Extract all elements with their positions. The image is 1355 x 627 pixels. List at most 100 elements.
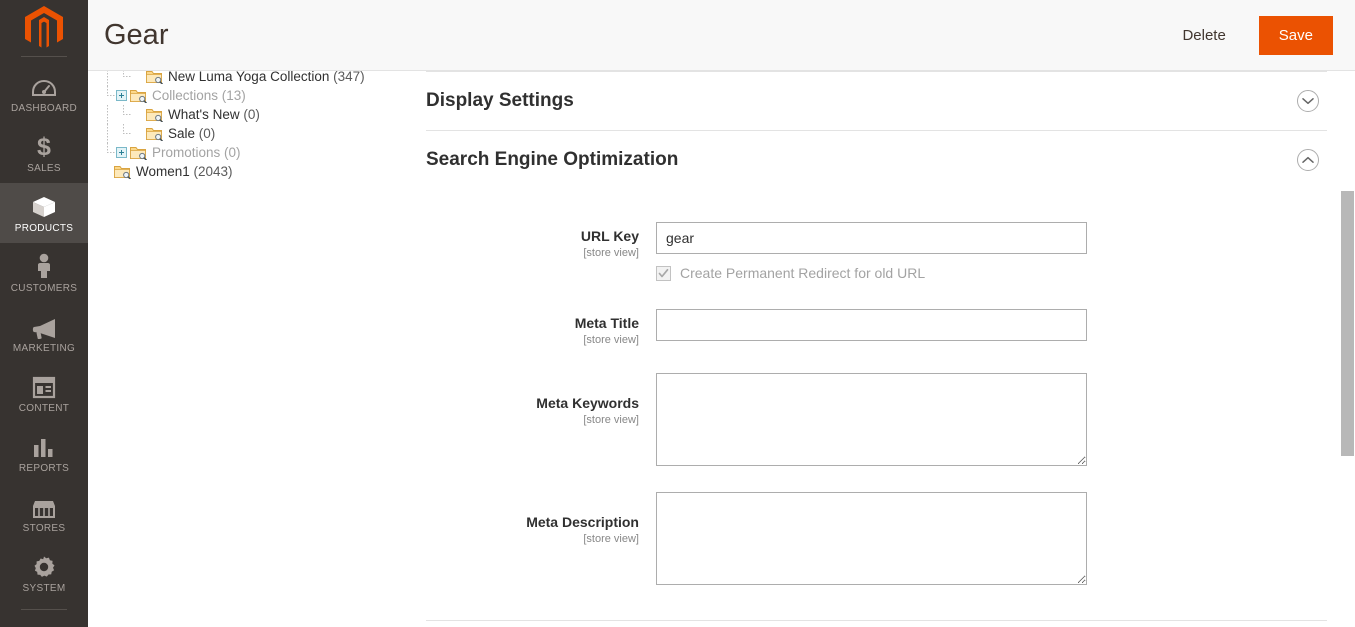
tree-node-label: Collections (13) [152, 88, 246, 103]
sidebar-divider-top [21, 56, 67, 57]
category-tree-panel: New Luma Yoga Collection (347) Collectio… [88, 71, 413, 627]
sidebar-item-customers[interactable]: CUSTOMERS [0, 243, 88, 303]
folder-search-icon [146, 107, 164, 122]
tree-guide [116, 124, 132, 143]
field-label: Meta Title [store view] [426, 309, 656, 347]
field-control [656, 372, 1327, 466]
save-button[interactable]: Save [1258, 15, 1333, 55]
main-sidebar: DASHBOARD $ SALES PRODUCTS CUSTOMERS MAR… [0, 0, 88, 627]
chevron-down-icon[interactable] [1297, 90, 1319, 112]
tree-node-count: (0) [243, 107, 260, 122]
field-label-text: Meta Keywords [536, 394, 639, 411]
field-control [656, 491, 1327, 585]
section-title: Search Engine Optimization [426, 149, 679, 170]
tree-node[interactable]: New Luma Yoga Collection (347) [100, 71, 413, 86]
sidebar-divider-bottom [21, 609, 67, 610]
sidebar-item-label: PRODUCTS [14, 223, 74, 234]
redirect-checkbox-row[interactable]: Create Permanent Redirect for old URL [656, 265, 1327, 281]
tree-node[interactable]: Sale (0) [100, 124, 413, 143]
folder-search-icon [114, 164, 132, 179]
sidebar-item-dashboard[interactable]: DASHBOARD [0, 63, 88, 123]
sidebar-item-label: SYSTEM [22, 583, 66, 594]
page-header: Gear Delete Save [88, 0, 1355, 71]
delete-button[interactable]: Delete [1167, 17, 1240, 54]
sidebar-item-system[interactable]: SYSTEM [0, 543, 88, 603]
tree-node[interactable]: Collections (13) [100, 86, 413, 105]
tree-node-label: Promotions (0) [152, 145, 241, 160]
tree-guide [100, 86, 116, 105]
category-tree: New Luma Yoga Collection (347) Collectio… [88, 71, 413, 181]
sidebar-item-label: REPORTS [18, 463, 70, 474]
sidebar-item-label: CUSTOMERS [10, 283, 78, 294]
section-title: Display Settings [426, 90, 574, 111]
sidebar-item-products[interactable]: PRODUCTS [0, 183, 88, 243]
sidebar-item-content[interactable]: CONTENT [0, 363, 88, 423]
tree-node-count: (0) [198, 126, 216, 141]
create-redirect-checkbox[interactable] [656, 265, 671, 281]
bar-chart-icon [32, 433, 56, 459]
tree-node[interactable]: Women1 (2043) [100, 162, 413, 181]
field-label-text: Meta Description [526, 513, 639, 530]
meta-title-input[interactable] [656, 309, 1087, 341]
tree-node-count: (0) [224, 145, 241, 160]
tree-node-label: What's New (0) [168, 107, 260, 122]
field-meta-title: Meta Title [store view] [426, 309, 1327, 347]
tree-guide [100, 143, 116, 162]
field-label: Meta Description [store view] [426, 492, 656, 585]
tree-expand-icon[interactable] [116, 90, 127, 101]
sidebar-item-label: CONTENT [18, 403, 70, 414]
seo-fields: URL Key [store view] Create Permanent Re… [426, 189, 1327, 621]
admin-page: DASHBOARD $ SALES PRODUCTS CUSTOMERS MAR… [0, 0, 1355, 627]
meta-keywords-textarea[interactable] [656, 372, 1087, 466]
field-control: Create Permanent Redirect for old URL [656, 222, 1327, 281]
page-scrollbar[interactable] [1340, 71, 1355, 627]
dashboard-gauge-icon [32, 73, 56, 99]
folder-search-icon [130, 88, 148, 103]
tree-node-label: Sale (0) [168, 126, 216, 141]
field-scope-text: [store view] [583, 246, 639, 259]
magento-logo-icon [25, 6, 63, 48]
tree-guide [116, 71, 132, 86]
field-label-text: Meta Title [574, 315, 639, 331]
field-control [656, 309, 1327, 347]
field-scope-text: [store view] [583, 413, 639, 426]
dollar-sign-icon: $ [35, 133, 53, 159]
section-search-engine-optimization[interactable]: Search Engine Optimization [426, 131, 1327, 189]
tree-expand-icon[interactable] [116, 147, 127, 158]
field-label: URL Key [store view] [426, 222, 656, 281]
sidebar-item-stores[interactable]: STORES [0, 483, 88, 543]
sidebar-item-label: SALES [27, 163, 61, 174]
meta-description-textarea[interactable] [656, 491, 1087, 585]
sidebar-item-label: STORES [22, 523, 66, 534]
megaphone-icon [31, 313, 58, 339]
header-actions: Delete Save [1167, 15, 1333, 55]
tree-node[interactable]: What's New (0) [100, 105, 413, 124]
field-label: Meta Keywords [store view] [426, 373, 656, 466]
tree-node-label: Women1 (2043) [136, 164, 233, 179]
create-redirect-label: Create Permanent Redirect for old URL [680, 265, 926, 281]
field-scope-text: [store view] [583, 532, 639, 545]
sidebar-item-label: MARKETING [12, 343, 76, 354]
folder-search-icon [130, 145, 148, 160]
sidebar-item-sales[interactable]: $ SALES [0, 123, 88, 183]
field-url-key: URL Key [store view] Create Permanent Re… [426, 222, 1327, 281]
category-form-content: Display Settings Search Engine Optimizat… [413, 71, 1341, 627]
chevron-up-icon[interactable] [1297, 149, 1319, 171]
sidebar-item-reports[interactable]: REPORTS [0, 423, 88, 483]
tree-node-count: (347) [333, 71, 365, 84]
tree-node-count: (13) [221, 88, 246, 103]
sidebar-item-label: DASHBOARD [10, 103, 78, 114]
page-scrollbar-thumb[interactable] [1341, 191, 1354, 456]
svg-text:$: $ [37, 133, 51, 159]
folder-search-icon [146, 71, 164, 84]
section-display-settings[interactable]: Display Settings [426, 72, 1327, 130]
magento-logo[interactable] [0, 0, 88, 56]
sidebar-item-marketing[interactable]: MARKETING [0, 303, 88, 363]
layout-page-icon [32, 373, 56, 399]
folder-search-icon [146, 126, 164, 141]
storefront-icon [31, 493, 57, 519]
url-key-input[interactable] [656, 222, 1087, 254]
tree-node[interactable]: Promotions (0) [100, 143, 413, 162]
field-scope-text: [store view] [583, 333, 639, 346]
field-meta-description: Meta Description [store view] [426, 491, 1327, 585]
